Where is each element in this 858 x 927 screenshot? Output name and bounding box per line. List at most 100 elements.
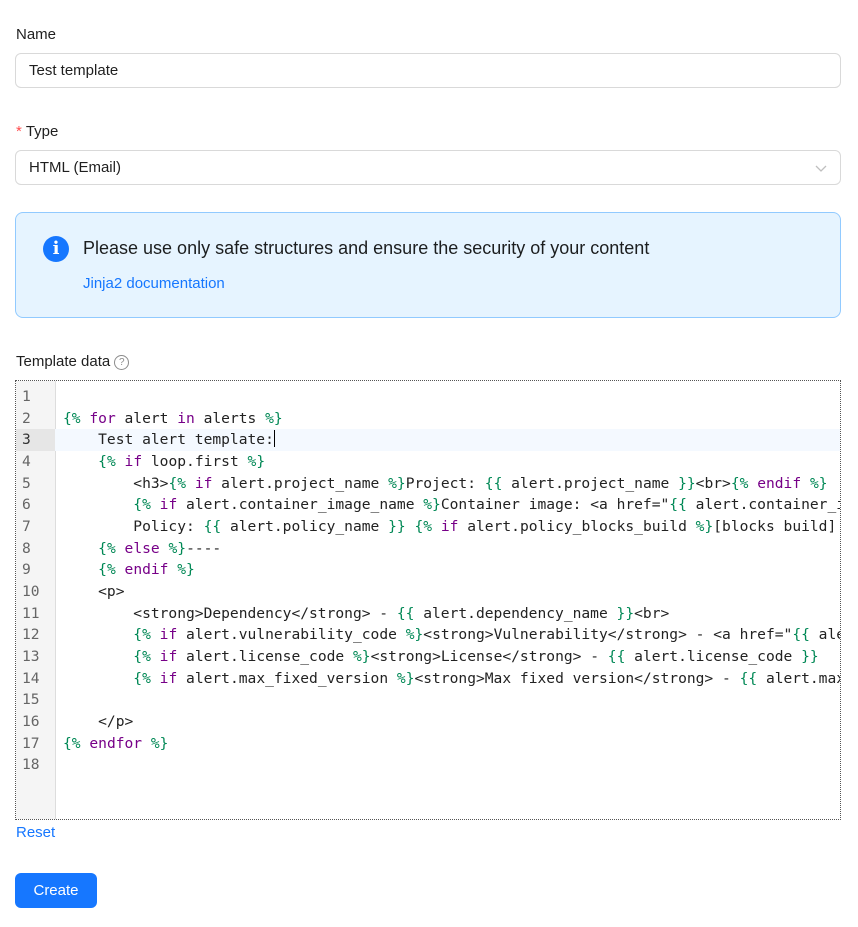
line-number: 2 [22,409,31,427]
code-line[interactable]: 1 [16,386,840,408]
code-text: Container image: <a href=" [440,496,670,514]
jinja-delimiter: %} [352,647,371,665]
info-icon: i [43,236,69,262]
code-text: alert [115,409,178,427]
code-text: <br> [634,604,670,622]
type-label: Type [25,123,59,140]
jinja-delimiter: }} [616,604,635,622]
code-line[interactable]: 17 {% endfor %} [16,733,840,755]
code-text: alerts [194,409,266,427]
chevron-down-icon [815,165,827,172]
code-text: alert.vulnerability_url [818,626,840,644]
create-button[interactable]: Create [15,873,97,908]
jinja-delimiter: }} [388,517,406,535]
line-content: <p> [63,581,125,603]
jinja-delimiter: {% [98,561,116,579]
code-line[interactable]: 11 <strong>Dependency</strong> - {{ aler… [16,603,840,625]
jinja-delimiter: {{ [484,474,503,492]
jinja-keyword: else [124,539,160,557]
code-line[interactable]: 14 {% if alert.max_fixed_version %}<stro… [16,668,840,690]
code-line[interactable]: 8 {% else %}---- [16,538,840,560]
jinja-delimiter: {{ [396,604,415,622]
code-text: <p> [63,582,125,600]
type-label-row: * Type [16,123,58,140]
line-content: {% if loop.first %} [63,451,265,473]
line-number: 13 [22,647,40,665]
jinja-keyword: if [159,626,178,644]
code-text: alert.project_name [212,474,389,492]
jinja-delimiter: {% [133,669,151,687]
jinja-keyword: if [159,669,178,687]
jinja-keyword: if [159,647,178,665]
code-text: <strong>Vulnerability</strong> - <a href… [423,626,793,644]
jinja-keyword: endfor [89,734,143,752]
line-number: 12 [22,626,40,644]
name-input[interactable]: Test template [15,53,841,88]
jinja-delimiter: {% [168,474,187,492]
code-line[interactable]: 10 <p> [16,581,840,603]
jinja-delimiter: %} [265,409,283,427]
code-line[interactable]: 7 Policy: {{ alert.policy_name }} {% if … [16,516,840,538]
code-text: Policy: [63,517,204,535]
required-mark: * [16,123,22,140]
line-content: Test alert template: [63,429,275,451]
code-line[interactable]: 5 <h3>{% if alert.project_name %}Project… [16,473,840,495]
line-number: 10 [22,582,40,600]
text-cursor [273,430,275,448]
jinja-delimiter: {% [133,496,151,514]
jinja-delimiter: %} [388,474,406,492]
code-line[interactable]: 18 [16,754,840,776]
jinja-keyword: if [194,474,213,492]
jinja-keyword: endif [124,561,169,579]
jinja-delimiter: {% [133,647,151,665]
jinja-delimiter: %} [247,452,266,470]
template-data-label: Template data [16,353,111,370]
jinja-delimiter: {% [98,452,116,470]
code-line[interactable]: 4 {% if loop.first %} [16,451,840,473]
line-number: 4 [22,452,31,470]
code-text: <h3> [63,474,169,492]
line-number: 1 [22,388,31,405]
code-text: alert.max_fixed_version [177,669,397,687]
question-circle-icon[interactable]: ? [114,355,130,370]
line-number: 6 [22,496,31,514]
type-select[interactable]: HTML (Email) [15,150,841,185]
line-content: <h3>{% if alert.project_name %}Project: … [63,473,827,495]
code-text: </p> [63,712,134,730]
code-text: alert.container_image_url [695,496,840,514]
code-text: Project: [405,474,485,492]
code-line[interactable]: 16 </p> [16,711,840,733]
line-number: 18 [22,756,40,774]
jinja-delimiter: %} [177,561,195,579]
code-line[interactable]: 9 {% endif %} [16,559,840,581]
code-text: alert.dependency_name [414,604,617,622]
code-text: <strong>Max fixed version</strong> - [414,669,740,687]
code-line[interactable]: 3 Test alert template: [16,429,840,451]
line-content: {% endif %} [63,559,195,581]
code-line[interactable]: 6 {% if alert.container_image_name %}Con… [16,494,840,516]
line-content: {% if alert.container_image_name %}Conta… [63,494,840,516]
jinja-delimiter: {% [133,626,151,644]
code-line[interactable]: 2 {% for alert in alerts %} [16,408,840,430]
code-line[interactable]: 12 {% if alert.vulnerability_code %}<str… [16,624,840,646]
code-text: ---- [186,539,222,557]
jinja-delimiter: %} [168,539,187,557]
jinja2-documentation-link[interactable]: Jinja2 documentation [83,275,225,292]
jinja-delimiter: %} [150,734,169,752]
jinja-delimiter: {% [63,734,81,752]
code-line[interactable]: 13 {% if alert.license_code %}<strong>Li… [16,646,840,668]
code-text: alert.container_image_name [177,496,424,514]
code-line[interactable]: 15 [16,689,840,711]
reset-link[interactable]: Reset [16,824,55,841]
template-code-editor[interactable]: 1 2 {% for alert in alerts %} 3 Test alert … [15,380,841,820]
jinja-keyword: endif [757,474,802,492]
code-text: loop.first [142,452,248,470]
